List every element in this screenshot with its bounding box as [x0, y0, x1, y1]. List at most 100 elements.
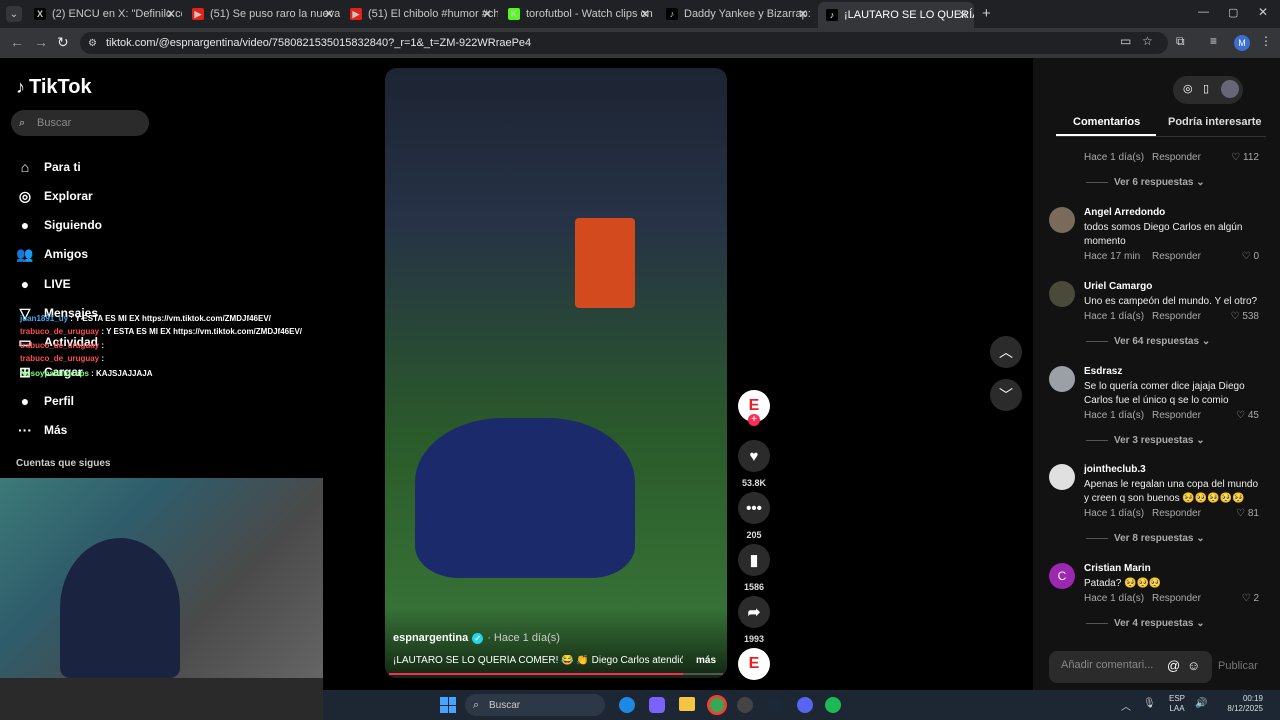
app-icon[interactable]	[737, 697, 753, 713]
post-button[interactable]: Publicar	[1218, 660, 1258, 672]
sound-disc-icon[interactable]: E	[738, 648, 770, 680]
comment-like[interactable]: ♡ 0	[1242, 251, 1259, 262]
like-action[interactable]: ♥ 53.8K	[737, 440, 771, 488]
tab-5[interactable]: ♪ ¡LAUTARO SE LO QUERÍA COM✕	[818, 2, 974, 28]
spotify-icon[interactable]	[825, 697, 841, 713]
tab-0[interactable]: X (2) ENCU en X: "Definilo con un✕	[26, 4, 182, 24]
reply-button[interactable]: Responder	[1152, 410, 1201, 421]
next-video-button[interactable]: ﹀	[990, 379, 1022, 411]
comment-like[interactable]: ♡ 81	[1236, 508, 1259, 519]
edge-icon[interactable]	[619, 697, 635, 713]
discord-icon[interactable]	[797, 697, 813, 713]
microphone-icon[interactable]: 🎙	[1143, 698, 1156, 709]
sidebar-item-perfil[interactable]: ● Perfil	[16, 392, 74, 410]
reply-button[interactable]: Responder	[1152, 508, 1201, 519]
comment-like[interactable]: ♡ 538	[1231, 311, 1259, 322]
commenter-avatar[interactable]	[1049, 207, 1075, 233]
tab-1[interactable]: ▶ (51) Se puso raro la nueva serie✕	[184, 4, 340, 24]
restore-button[interactable]: ▢	[1228, 6, 1238, 19]
reply-button[interactable]: Responder	[1152, 251, 1201, 262]
view-replies-button[interactable]: Ver 3 respuestas ⌄	[1086, 435, 1205, 446]
comment-like[interactable]: ♡ 2	[1242, 593, 1259, 604]
commenter-name[interactable]: Uriel Camargo	[1084, 281, 1152, 292]
previous-video-button[interactable]: ︿	[990, 336, 1022, 368]
video-player[interactable]: espnargentina ✓ · Hace 1 día(s) ¡LAUTARO…	[385, 68, 727, 678]
url-field[interactable]: ⚙ tiktok.com/@espnargentina/video/758082…	[80, 32, 1168, 54]
comment-input[interactable]: Añadir comentari... @ ☺	[1049, 651, 1212, 683]
device-icon[interactable]: ▯	[1203, 82, 1209, 95]
back-icon[interactable]: ←	[10, 34, 24, 50]
view-replies-button[interactable]: Ver 6 respuestas ⌄	[1086, 177, 1205, 188]
tab-4[interactable]: ♪ Daddy Yankee y Bizarrap: Mom✕	[658, 4, 814, 24]
commenter-name[interactable]: Esdrasz	[1084, 366, 1122, 377]
steam-icon[interactable]	[767, 697, 783, 713]
sidebar-item-siguiendo[interactable]: ● Siguiendo	[16, 216, 102, 234]
tab-comments[interactable]: Comentarios	[1073, 116, 1140, 128]
compass-small-icon[interactable]: ◎	[1183, 82, 1193, 95]
new-tab-button[interactable]: +	[982, 5, 991, 22]
bookmark-icon[interactable]: ▮	[738, 544, 770, 576]
close-tab-icon[interactable]: ✕	[958, 8, 968, 22]
view-replies-button[interactable]: Ver 8 respuestas ⌄	[1086, 533, 1205, 544]
taskbar-search[interactable]: ⌕ Buscar	[465, 694, 605, 716]
close-tab-icon[interactable]: ✕	[482, 7, 492, 21]
volume-icon[interactable]: 🔊	[1195, 698, 1207, 709]
close-window-button[interactable]: ✕	[1258, 5, 1268, 19]
comment-icon[interactable]: •••	[738, 492, 770, 524]
reply-button[interactable]: Responder	[1152, 311, 1201, 322]
profile-avatar[interactable]: M	[1234, 35, 1250, 51]
tiktok-logo[interactable]: ♪ TikTok	[16, 76, 92, 99]
caption-more-link[interactable]: más	[696, 655, 716, 666]
commenter-name[interactable]: Cristian Marin	[1084, 563, 1151, 574]
user-avatar[interactable]	[1221, 80, 1239, 98]
author-avatar-button[interactable]: E +	[737, 390, 771, 428]
extensions-icon[interactable]: ⧉	[1176, 34, 1185, 49]
language-indicator[interactable]: ESP LAA	[1169, 694, 1185, 714]
comment-like[interactable]: ♡ 112	[1231, 152, 1259, 163]
tab-2[interactable]: ▶ (51) El chibolo #humor #chesp✕	[342, 4, 498, 24]
share-icon[interactable]: ➦	[738, 596, 770, 628]
video-author[interactable]: espnargentina	[393, 632, 468, 644]
forward-icon[interactable]: →	[34, 34, 48, 50]
tab-3[interactable]: Ktorofutbol - Watch clips on Kick✕	[500, 4, 656, 24]
commenter-avatar[interactable]	[1049, 281, 1075, 307]
reply-button[interactable]: Responder	[1152, 593, 1201, 604]
tab-search-button[interactable]: ⌄	[6, 6, 22, 22]
sidebar-item-explorar[interactable]: ◎ Explorar	[16, 187, 93, 205]
close-tab-icon[interactable]: ✕	[166, 7, 176, 21]
sidebar-item-para-ti[interactable]: ⌂ Para ti	[16, 158, 81, 176]
clock[interactable]: 00:19 8/12/2025	[1215, 694, 1263, 714]
commenter-avatar[interactable]	[1049, 464, 1075, 490]
emoji-icon[interactable]: ☺	[1187, 658, 1200, 673]
sidebar-item-más[interactable]: ··· Más	[16, 421, 67, 439]
sound-action[interactable]: E	[737, 648, 771, 686]
commenter-name[interactable]: jointheclub.3	[1084, 464, 1146, 475]
view-replies-button[interactable]: Ver 4 respuestas ⌄	[1086, 618, 1205, 629]
menu-icon[interactable]: ⋮	[1260, 34, 1272, 48]
heart-icon[interactable]: ♥	[738, 440, 770, 472]
search-input[interactable]: ⌕ Buscar	[11, 110, 149, 136]
save-action[interactable]: ▮ 1586	[737, 544, 771, 592]
tray-chevron-icon[interactable]: ︿	[1121, 698, 1131, 713]
cast-icon[interactable]: ▭	[1120, 34, 1131, 48]
file-explorer-icon[interactable]	[679, 697, 695, 711]
view-replies-button[interactable]: Ver 64 respuestas ⌄	[1086, 336, 1210, 347]
minimize-button[interactable]: —	[1198, 6, 1209, 18]
commenter-avatar[interactable]	[1049, 366, 1075, 392]
reading-list-icon[interactable]: ≡	[1210, 34, 1217, 48]
comment-like[interactable]: ♡ 45	[1236, 410, 1259, 421]
commenter-avatar[interactable]: C	[1049, 563, 1075, 589]
windows-start-icon[interactable]	[440, 697, 456, 713]
mention-icon[interactable]: @	[1167, 658, 1180, 673]
sidebar-item-amigos[interactable]: 👥 Amigos	[16, 245, 88, 263]
comment-action[interactable]: ••• 205	[737, 492, 771, 540]
commenter-name[interactable]: Angel Arredondo	[1084, 207, 1165, 218]
bookmark-star-icon[interactable]: ☆	[1142, 34, 1153, 48]
sidebar-item-live[interactable]: ● LIVE	[16, 275, 71, 293]
reload-icon[interactable]: ↻	[57, 34, 69, 51]
site-info-icon[interactable]: ⚙	[88, 38, 97, 49]
share-action[interactable]: ➦ 1993	[737, 596, 771, 644]
close-tab-icon[interactable]: ✕	[640, 7, 650, 21]
chrome-icon[interactable]	[707, 695, 727, 715]
progress-track[interactable]	[389, 673, 723, 675]
